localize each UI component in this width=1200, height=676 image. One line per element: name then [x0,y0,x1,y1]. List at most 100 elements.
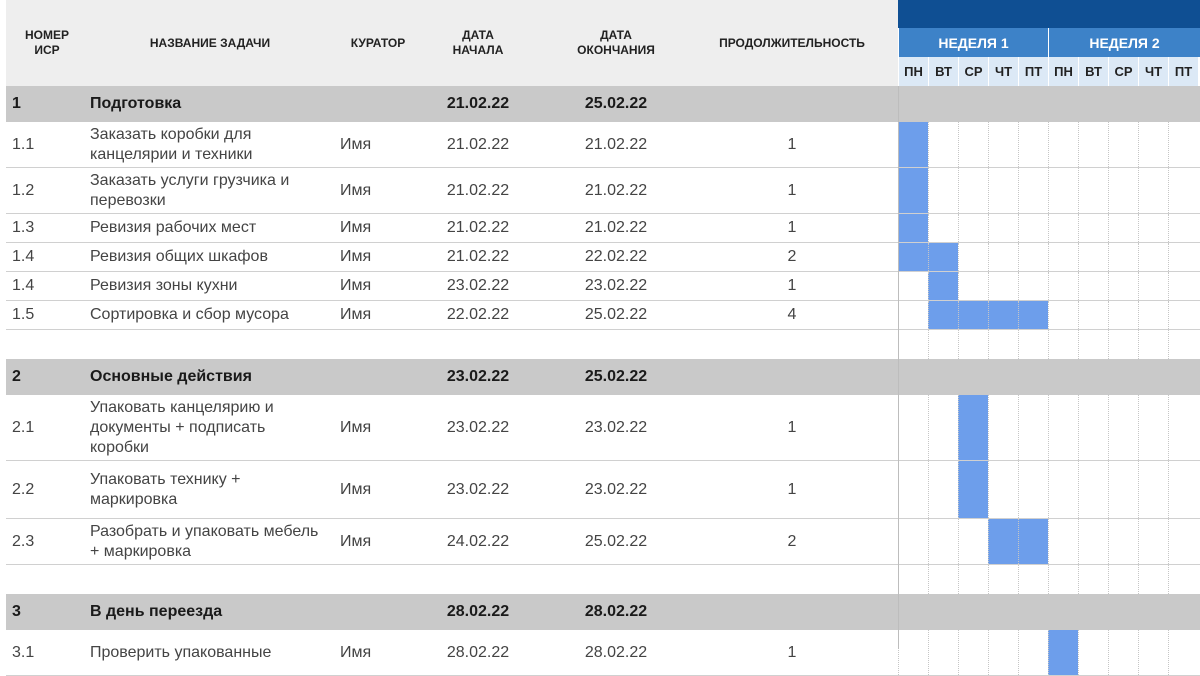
gantt-empty-cell[interactable] [1108,243,1138,271]
gantt-empty-cell[interactable] [1078,243,1108,271]
gantt-bar-cell[interactable] [1018,519,1048,564]
gantt-empty-cell[interactable] [1048,565,1078,594]
gantt-empty-cell[interactable] [1168,395,1198,460]
duration-cell[interactable]: 1 [712,630,872,675]
start-date-cell[interactable]: 21.02.22 [418,214,538,242]
end-date-cell[interactable]: 25.02.22 [556,359,676,395]
gantt-empty-cell[interactable] [1138,214,1168,242]
gantt-empty-cell[interactable] [898,330,928,359]
gantt-empty-cell[interactable] [928,168,958,213]
owner-cell[interactable]: Имя [340,519,371,564]
end-date-cell[interactable]: 28.02.22 [556,594,676,630]
gantt-empty-cell[interactable] [1078,330,1108,359]
gantt-empty-cell[interactable] [1138,565,1168,594]
task-row[interactable]: 1.2 Заказать услуги грузчика и перевозки И… [6,168,1200,214]
wbs-number-cell[interactable]: 3.1 [12,630,34,675]
task-name-cell[interactable]: Разобрать и упаковать мебель + маркировк… [90,519,320,564]
start-date-cell[interactable]: 23.02.22 [418,461,538,518]
gantt-empty-cell[interactable] [958,565,988,594]
gantt-empty-cell[interactable] [898,272,928,300]
wbs-number-cell[interactable]: 2.2 [12,461,34,518]
gantt-empty-cell[interactable] [1108,330,1138,359]
start-date-cell[interactable]: 21.02.22 [418,243,538,271]
task-name-cell[interactable]: Сортировка и сбор мусора [90,301,320,329]
gantt-empty-cell[interactable] [1138,461,1168,518]
duration-cell[interactable]: 1 [712,214,872,242]
wbs-number-cell[interactable]: 2.3 [12,519,34,564]
task-row[interactable]: 1.5 Сортировка и сбор мусора Имя 22.02.22 25… [6,301,1200,330]
gantt-empty-cell[interactable] [1048,395,1078,460]
column-header-owner[interactable]: КУРАТОР [340,0,416,86]
gantt-empty-cell[interactable] [988,330,1018,359]
wbs-number-cell[interactable]: 2.1 [12,395,34,460]
gantt-empty-cell[interactable] [1078,301,1108,329]
owner-cell[interactable]: Имя [340,214,371,242]
gantt-empty-cell[interactable] [1078,519,1108,564]
task-name-cell[interactable]: Подготовка [90,86,320,122]
gantt-empty-cell[interactable] [1018,122,1048,167]
gantt-empty-cell[interactable] [928,630,958,675]
task-name-cell[interactable]: Основные действия [90,359,320,395]
task-row[interactable]: 1.1 Заказать коробки для канцелярии и тех… [6,122,1200,168]
gantt-empty-cell[interactable] [928,214,958,242]
duration-cell[interactable]: 2 [712,519,872,564]
owner-cell[interactable]: Имя [340,272,371,300]
task-name-cell[interactable]: В день переезда [90,594,320,630]
gantt-empty-cell[interactable] [988,214,1018,242]
gantt-empty-cell[interactable] [1018,565,1048,594]
gantt-empty-cell[interactable] [1138,330,1168,359]
gantt-empty-cell[interactable] [1138,519,1168,564]
gantt-empty-cell[interactable] [1168,243,1198,271]
gantt-empty-cell[interactable] [1108,395,1138,460]
task-name-cell[interactable]: Упаковать канцелярию и документы + подпи… [90,395,320,460]
end-date-cell[interactable]: 23.02.22 [556,395,676,460]
gantt-empty-cell[interactable] [1048,243,1078,271]
gantt-empty-cell[interactable] [1048,330,1078,359]
task-row[interactable]: 3.1 Проверить упакованные Имя 28.02.22 28.02… [6,630,1200,676]
gantt-bar-cell[interactable] [988,301,1018,329]
gantt-empty-cell[interactable] [988,395,1018,460]
gantt-empty-cell[interactable] [958,519,988,564]
gantt-bar-cell[interactable] [928,301,958,329]
gantt-empty-cell[interactable] [1108,272,1138,300]
gantt-empty-cell[interactable] [1168,168,1198,213]
task-name-cell[interactable]: Проверить упакованные [90,630,320,675]
end-date-cell[interactable]: 23.02.22 [556,272,676,300]
duration-cell[interactable] [712,359,872,395]
gantt-empty-cell[interactable] [928,461,958,518]
gantt-empty-cell[interactable] [1048,168,1078,213]
section-row[interactable]: 3 В день переезда 28.02.22 28.02.22 [6,594,1200,630]
task-name-cell[interactable]: Ревизия рабочих мест [90,214,320,242]
gantt-empty-cell[interactable] [1168,461,1198,518]
task-name-cell[interactable]: Заказать коробки для канцелярии и техник… [90,122,320,167]
gantt-bar-cell[interactable] [898,168,928,213]
end-date-cell[interactable]: 22.02.22 [556,243,676,271]
wbs-number-cell[interactable]: 2 [12,359,21,395]
gantt-empty-cell[interactable] [1168,301,1198,329]
gantt-empty-cell[interactable] [1078,214,1108,242]
gantt-empty-cell[interactable] [958,168,988,213]
gantt-empty-cell[interactable] [1108,122,1138,167]
gantt-empty-cell[interactable] [1108,168,1138,213]
wbs-number-cell[interactable]: 1.3 [12,214,34,242]
gantt-empty-cell[interactable] [958,630,988,675]
gantt-empty-cell[interactable] [1168,565,1198,594]
gantt-empty-cell[interactable] [1138,395,1168,460]
gantt-empty-cell[interactable] [958,122,988,167]
gantt-empty-cell[interactable] [898,630,928,675]
duration-cell[interactable]: 1 [712,122,872,167]
gantt-bar-cell[interactable] [958,301,988,329]
gantt-empty-cell[interactable] [898,565,928,594]
task-row[interactable]: 2.1 Упаковать канцелярию и документы + по… [6,395,1200,461]
gantt-empty-cell[interactable] [1078,122,1108,167]
owner-cell[interactable]: Имя [340,630,371,675]
duration-cell[interactable]: 1 [712,168,872,213]
gantt-bar-cell[interactable] [898,122,928,167]
gantt-empty-cell[interactable] [1048,122,1078,167]
gantt-empty-cell[interactable] [1018,630,1048,675]
owner-cell[interactable]: Имя [340,122,371,167]
gantt-empty-cell[interactable] [1078,461,1108,518]
gantt-bar-cell[interactable] [898,243,928,271]
gantt-empty-cell[interactable] [988,272,1018,300]
task-row[interactable]: 1.3 Ревизия рабочих мест Имя 21.02.22 21.02.… [6,214,1200,243]
